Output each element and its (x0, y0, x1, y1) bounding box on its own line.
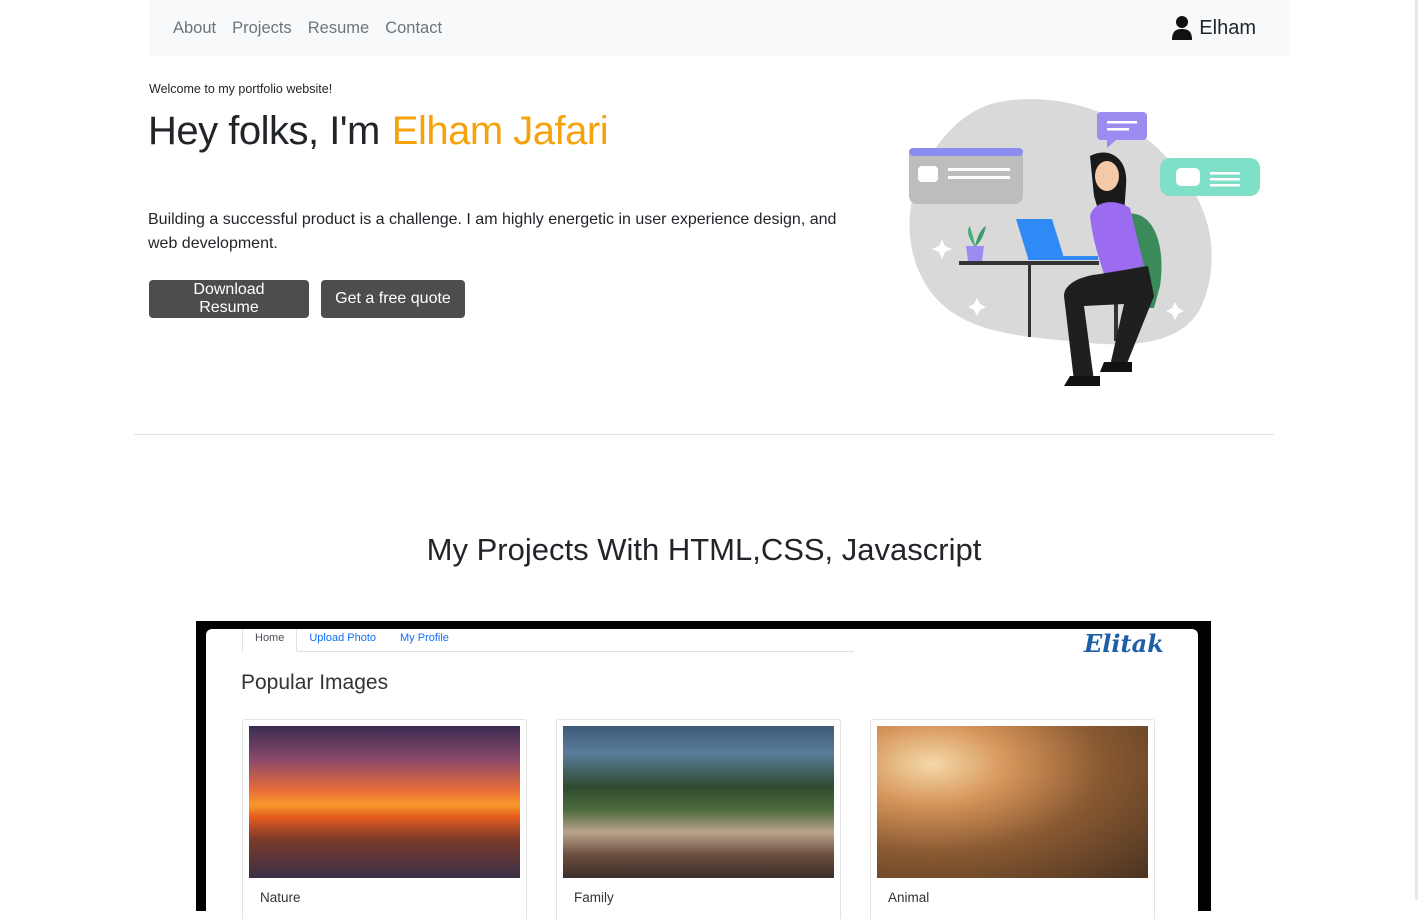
section-divider (134, 434, 1274, 435)
welcome-text: Welcome to my portfolio website! (149, 82, 333, 96)
preview-card-caption: Nature (260, 890, 301, 905)
project-preview[interactable]: Home Upload Photo My Profile Elitak Popu… (196, 621, 1211, 919)
free-quote-button[interactable]: Get a free quote (321, 280, 465, 318)
download-resume-button[interactable]: Download Resume (149, 280, 309, 318)
preview-tab-home: Home (242, 629, 298, 652)
preview-card: Animal (870, 719, 1155, 919)
nav-link-about[interactable]: About (173, 19, 216, 38)
hero-description: Building a successful product is a chall… (148, 211, 837, 252)
hero-title-name: Elham Jafari (391, 109, 609, 153)
preview-tab-upload: Upload Photo (309, 632, 377, 644)
nav-links: About Projects Resume Contact (173, 0, 442, 56)
user-name: Elham (1199, 16, 1256, 39)
nav-link-contact[interactable]: Contact (385, 19, 442, 38)
hero-illustration (909, 99, 1260, 386)
preview-card: Family (556, 719, 841, 919)
user-icon (1172, 16, 1193, 40)
projects-title: My Projects With HTML,CSS, Javascript (426, 532, 982, 567)
preview-tabs: Home Upload Photo My Profile (242, 629, 854, 652)
user-menu[interactable]: Elham (1171, 0, 1256, 56)
preview-logo: Elitak (1084, 629, 1164, 658)
nav-link-resume[interactable]: Resume (308, 19, 369, 38)
preview-card-image (249, 726, 520, 878)
preview-card-caption: Family (574, 890, 614, 905)
preview-card-image (877, 726, 1148, 878)
preview-heading: Popular Images (241, 671, 389, 694)
preview-card-caption: Animal (888, 890, 930, 905)
project-screenshot: Home Upload Photo My Profile Elitak Popu… (206, 629, 1198, 919)
hero-title: Hey folks, I'm Elham Jafari (148, 109, 609, 154)
hero-title-prefix: Hey folks, I'm (148, 109, 380, 153)
preview-card: Nature (242, 719, 527, 919)
navbar: About Projects Resume Contact Elham (149, 0, 1289, 56)
nav-link-projects[interactable]: Projects (232, 19, 292, 38)
preview-card-image (563, 726, 834, 878)
preview-tab-profile: My Profile (400, 632, 449, 644)
